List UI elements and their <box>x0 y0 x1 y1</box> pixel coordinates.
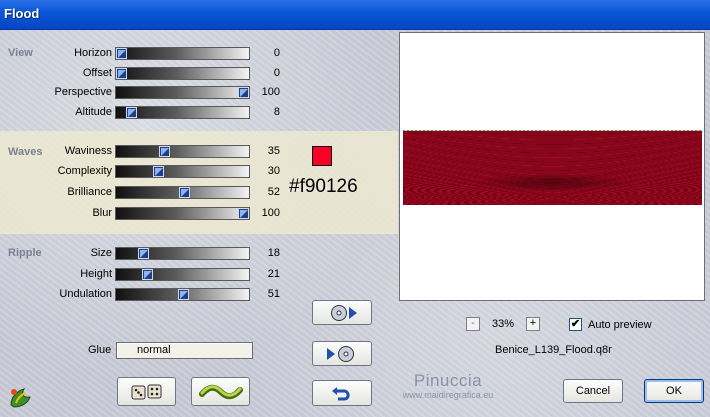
slider-track[interactable] <box>115 247 250 260</box>
color-swatch[interactable] <box>312 146 332 166</box>
undo-button[interactable] <box>312 380 372 406</box>
disc-arrow-icon <box>331 304 357 321</box>
slider-track[interactable] <box>115 106 250 119</box>
slider-label: Perspective <box>54 86 112 98</box>
app-logo-icon <box>8 385 34 409</box>
slider-thumb[interactable] <box>179 187 190 198</box>
zoom-level: 33% <box>492 318 515 330</box>
slider-blur: Blur 100 <box>0 206 290 222</box>
dice-icon <box>131 384 161 399</box>
glue-select[interactable]: normal <box>116 342 253 359</box>
slider-offset: Offset 0 <box>0 66 290 82</box>
zoom-out-button[interactable]: - <box>466 317 480 331</box>
slider-value: 100 <box>261 86 280 98</box>
ok-button[interactable]: OK <box>644 379 704 403</box>
randomize-button[interactable] <box>117 377 176 406</box>
preset-filename: Benice_L139_Flood.q8r <box>495 344 612 356</box>
slider-value: 0 <box>273 47 280 59</box>
watermark: Pinuccia www.maidiregrafica.eu <box>388 371 508 400</box>
watermark-url: www.maidiregrafica.eu <box>402 390 494 400</box>
slider-thumb[interactable] <box>142 269 153 280</box>
slider-track[interactable] <box>115 165 250 178</box>
preview-panel[interactable] <box>399 32 705 301</box>
slider-waviness: Waviness 35 <box>0 144 290 160</box>
slider-label: Brilliance <box>67 186 112 198</box>
slider-track[interactable] <box>115 145 250 158</box>
slider-height: Height 21 <box>0 267 290 283</box>
slider-value: 8 <box>273 106 280 118</box>
preset-load-button[interactable] <box>312 341 372 366</box>
slider-label: Undulation <box>59 288 112 300</box>
auto-preview-label: Auto preview <box>588 319 652 331</box>
slider-value: 0 <box>273 67 280 79</box>
slider-value: 52 <box>267 186 280 198</box>
wave-icon <box>198 384 243 399</box>
slider-label: Height <box>80 268 112 280</box>
slider-label: Horizon <box>74 47 112 59</box>
preset-save-button[interactable] <box>312 300 372 325</box>
slider-track[interactable] <box>115 186 250 199</box>
slider-complexity: Complexity 30 <box>0 164 290 180</box>
slider-value: 35 <box>267 145 280 157</box>
cancel-button[interactable]: Cancel <box>563 379 623 403</box>
slider-track[interactable] <box>115 288 250 301</box>
slider-value: 18 <box>267 247 280 259</box>
slider-label: Offset <box>82 67 112 79</box>
glue-label: Glue <box>88 344 112 356</box>
slider-label: Altitude <box>75 106 112 118</box>
slider-thumb[interactable] <box>238 208 249 219</box>
slider-track[interactable] <box>115 268 250 281</box>
slider-brilliance: Brilliance 52 <box>0 185 290 201</box>
slider-thumb[interactable] <box>116 48 127 59</box>
reset-button[interactable] <box>191 377 250 406</box>
arrow-disc-icon <box>327 345 354 362</box>
slider-label: Waviness <box>64 145 112 157</box>
slider-perspective: Perspective 100 <box>0 85 290 101</box>
slider-value: 51 <box>267 288 280 300</box>
slider-track[interactable] <box>115 86 250 99</box>
slider-thumb[interactable] <box>126 107 137 118</box>
slider-thumb[interactable] <box>238 87 249 98</box>
slider-value: 21 <box>267 268 280 280</box>
undo-arrow-icon <box>332 387 350 401</box>
slider-thumb[interactable] <box>116 68 127 79</box>
title-bar[interactable]: Flood <box>0 0 710 30</box>
slider-thumb[interactable] <box>178 289 189 300</box>
slider-altitude: Altitude 8 <box>0 105 290 121</box>
slider-thumb[interactable] <box>159 146 170 157</box>
zoom-in-button[interactable]: + <box>526 317 540 331</box>
slider-horizon: Horizon 0 <box>0 46 290 62</box>
slider-thumb[interactable] <box>153 166 164 177</box>
slider-label: Blur <box>92 207 112 219</box>
slider-size: Size 18 <box>0 246 290 262</box>
slider-label: Complexity <box>57 165 112 177</box>
slider-label: Size <box>90 247 112 259</box>
slider-thumb[interactable] <box>138 248 149 259</box>
slider-value: 30 <box>267 165 280 177</box>
slider-track[interactable] <box>115 67 250 80</box>
preview-flood-image <box>403 131 702 205</box>
window-title: Flood <box>4 6 40 21</box>
watermark-name: Pinuccia <box>413 371 483 390</box>
auto-preview-checkbox[interactable]: ✔ <box>569 318 582 331</box>
slider-undulation: Undulation 51 <box>0 287 290 303</box>
slider-value: 100 <box>261 207 280 219</box>
slider-track[interactable] <box>115 47 250 60</box>
color-hex-label: #f90126 <box>289 176 358 197</box>
slider-track[interactable] <box>115 207 250 220</box>
